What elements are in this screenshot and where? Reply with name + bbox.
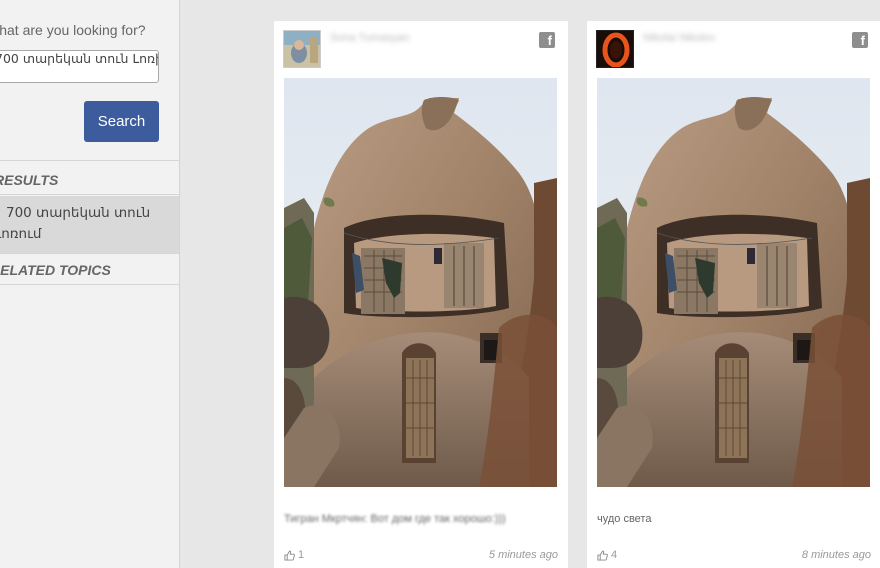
post-footer: 4 8 minutes ago <box>597 549 871 563</box>
thumbs-up-icon <box>597 550 608 561</box>
cave-house-image <box>597 78 870 487</box>
like-button[interactable]: 1 <box>284 549 304 561</box>
related-topics-heading: RELATED TOPICS <box>0 255 179 285</box>
result-item-label: 700 տարեկան տուն <box>6 205 151 221</box>
sidebar: What are you looking for? 700 տարեկան տո… <box>0 0 180 568</box>
post-caption: чудо света <box>597 513 652 525</box>
facebook-icon[interactable]: f <box>539 32 555 48</box>
post-card: Nikolai Nikolov f чудо света 4 8 minutes… <box>587 21 880 568</box>
search-prompt: What are you looking for? <box>0 22 146 38</box>
thumbs-up-icon <box>284 550 295 561</box>
post-card: Sona Tumasyan f Тигран Мкртчян: Вот дом … <box>274 21 568 568</box>
avatar[interactable] <box>596 30 634 68</box>
post-author[interactable]: Sona Tumasyan <box>330 32 415 46</box>
post-header: Nikolai Nikolov f <box>587 21 880 77</box>
facebook-icon[interactable]: f <box>852 32 868 48</box>
results-heading: RESULTS <box>0 165 179 195</box>
search-input[interactable]: 700 տարեկան տուն Լոռի <box>0 50 159 83</box>
related-heading-label: RELATED TOPICS <box>0 262 111 278</box>
like-count: 1 <box>298 549 305 561</box>
like-count: 4 <box>611 549 618 561</box>
post-image[interactable] <box>597 78 870 487</box>
results-heading-label: RESULTS <box>0 172 59 188</box>
search-button[interactable]: Search <box>84 101 159 142</box>
result-item-label-cont: Լոռում <box>0 226 42 242</box>
post-author[interactable]: Nikolai Nikolov <box>643 32 728 46</box>
post-timestamp: 5 minutes ago <box>488 549 558 561</box>
post-header: Sona Tumasyan f <box>274 21 568 77</box>
post-image[interactable] <box>284 78 557 487</box>
post-footer: 1 5 minutes ago <box>284 549 558 563</box>
avatar-image <box>284 31 320 67</box>
post-caption: Тигран Мкртчян: Вот дом где так хорошо:)… <box>284 513 506 525</box>
like-button[interactable]: 4 <box>597 549 617 561</box>
post-timestamp: 8 minutes ago <box>801 549 871 561</box>
search-panel: What are you looking for? 700 տարեկան տո… <box>0 0 179 161</box>
avatar-image <box>597 31 633 67</box>
result-item[interactable]: 700 տարեկան տուն Լոռում <box>0 196 179 254</box>
cave-house-image <box>284 78 557 487</box>
avatar[interactable] <box>283 30 321 68</box>
